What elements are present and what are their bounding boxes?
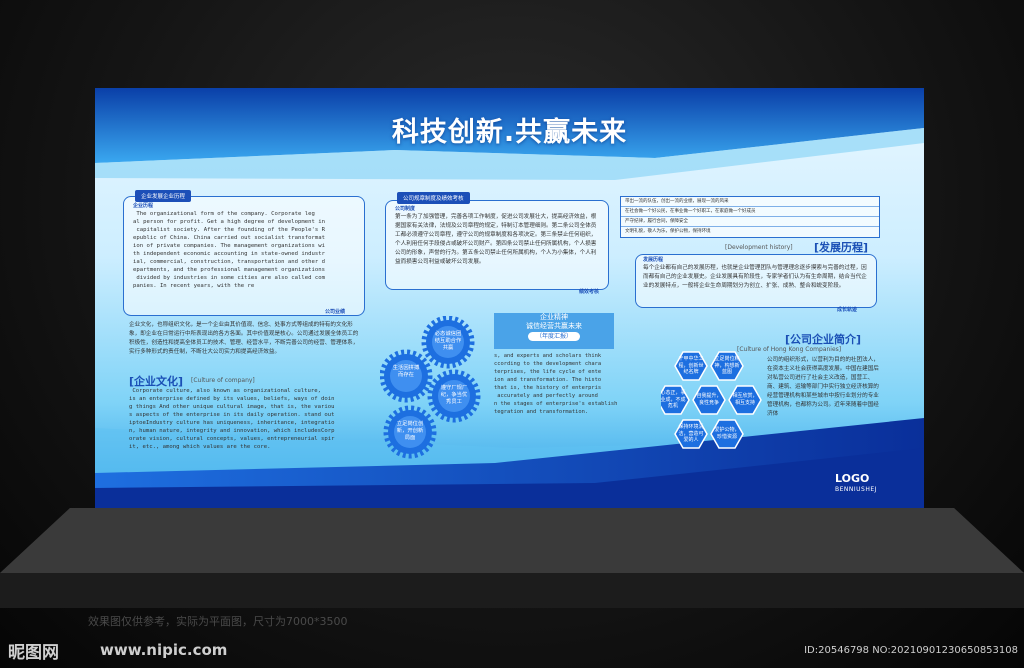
middle-panel-text: 第一条为了加强管理，完善各项工作制度，促进公司发展壮大，提高经济效益，根据国家有… — [395, 214, 597, 265]
development-tag: 发展历程 — [643, 257, 664, 263]
spirit-box: 企业精神 诚信经营共赢未来 （年度汇报） — [494, 313, 614, 349]
intro-text: 公司的组织形式，以营利为目的的社团法人，在资本主义社会获得高度发展。中国在建国后… — [767, 357, 879, 417]
watermark-id: ID:20546798 NO:20210901230650853108 — [804, 645, 1018, 656]
development-text: 每个企业都有自己的发展历程，也就是企业管理团队与管理理念逐步摸索与完善的过程，因… — [643, 265, 867, 289]
middle-panel-tag: 公司规章制度及绩效考核 — [397, 192, 470, 204]
hexagon-label: 爱护公物，珍惜资源 — [714, 427, 740, 440]
spirit-title: 企业精神 — [540, 313, 568, 321]
caption-text: 效果图仅供参考，实际为平面图，尺寸为7000*3500 — [88, 615, 348, 628]
board-title: 科技创新.共赢未来 — [391, 117, 628, 148]
left-panel-subtag-bottom: 公司业绩 — [325, 309, 346, 315]
gear-4-label: 立足岗位创新，开创新局面 — [396, 421, 424, 441]
gear-1-label: 必态诚信团结互助合作共赢 — [434, 331, 462, 351]
gear-3-label: 遵守厂规厂纪，争当优秀员工 — [440, 385, 468, 405]
hexagon-label: 保持环境清洁，营造可爱的人 — [678, 424, 704, 443]
development-tag-bottom: 成长轨迹 — [837, 307, 858, 313]
spirit-en-text: s, and experts and scholars think ccordi… — [494, 353, 618, 415]
hexagon-label: 立足岗位精神，构想新蓝图 — [714, 356, 740, 375]
intro-cn-title: [公司企业简介] — [785, 333, 862, 346]
hexagon-label: 心态正，事业成，不成危机 — [660, 390, 686, 409]
gear-2-label: 生活因拼搏而存在 — [392, 365, 420, 378]
culture-en-text: Corporate culture, also known as organiz… — [129, 388, 335, 450]
watermark-url: www.nipic.com — [100, 641, 228, 659]
development-en-title: [Development history] — [725, 244, 793, 251]
culture-subtitle: [Culture of company] — [191, 377, 255, 384]
middle-panel-subtag-top: 公司制度 — [395, 206, 416, 212]
spirit-pill: （年度汇报） — [527, 332, 580, 341]
development-row: 在社会做一个好公民，在事业做一个好职工，在家庭做一个好成员 — [621, 207, 879, 217]
hexagon-label: 自我提升，良性竞争 — [696, 393, 722, 406]
development-row: 文明礼貌，敬人为乐，保护公物，保持环境 — [625, 229, 711, 234]
watermark-brand: 昵图网 — [8, 643, 59, 663]
display-board: 科技创新.共赢未来 企业发展企业历程 企业历程 The organization… — [95, 88, 924, 508]
middle-panel-subtag-bottom: 绩效考核 — [579, 289, 600, 295]
hexagon-label: 相互欣赏，相互支持 — [732, 393, 758, 406]
hexagon-label: 干甲中华工程，创新世纪名牌 — [678, 356, 704, 375]
left-panel-text: The organizational form of the company. … — [133, 211, 325, 289]
left-panel-tag: 企业发展企业历程 — [135, 190, 192, 202]
development-values-box: 带出一流的队伍，创出一流的业绩，展现一流的风采 在社会做一个好公民，在事业做一个… — [620, 196, 880, 238]
development-cn-title: [发展历程] — [814, 241, 869, 254]
logo-subtitle: BENNIUSHEJ — [835, 486, 877, 493]
culture-cn-text: 企业文化，也称组织文化，是一个企业由其价值观、信念、处事方式等组成的特有的文化形… — [129, 322, 359, 355]
spirit-line: 诚信经营共赢未来 — [526, 322, 582, 330]
left-panel-subtag-top: 企业历程 — [133, 203, 154, 209]
logo: LOGO — [835, 472, 870, 485]
development-row: 严守纪律，履行合同，保障安全 — [621, 217, 879, 227]
development-row: 带出一流的队伍，创出一流的业绩，展现一流的风采 — [621, 197, 879, 207]
